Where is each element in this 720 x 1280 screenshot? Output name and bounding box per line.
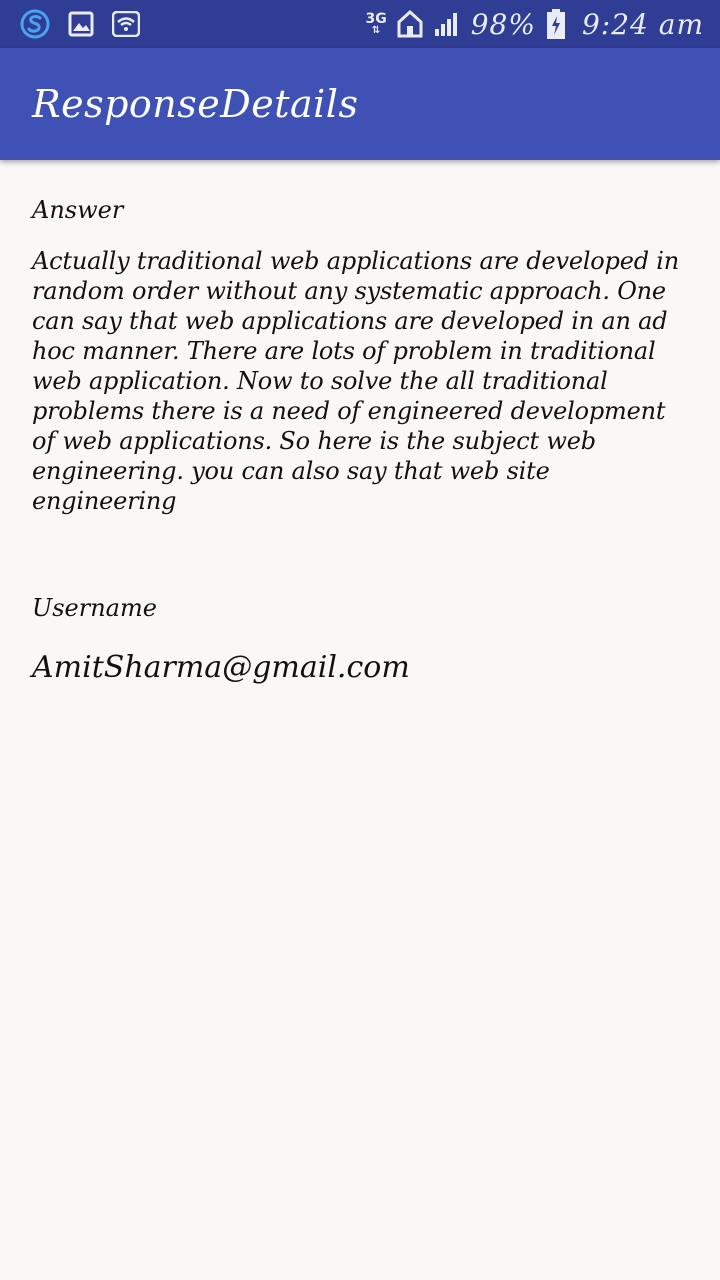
battery-percentage: 98% — [470, 7, 536, 41]
response-details-content: Answer Actually traditional web applicat… — [32, 160, 692, 685]
skype-icon — [20, 9, 50, 39]
status-clock: 9:24 am — [581, 7, 704, 41]
wifi-icon — [112, 11, 140, 37]
signal-strength-icon — [433, 11, 461, 37]
answer-text: Actually traditional web applications ar… — [32, 247, 680, 515]
username-label: Username — [32, 594, 157, 622]
home-network-icon — [397, 10, 423, 38]
battery-charging-icon — [546, 8, 566, 40]
status-left-icons — [0, 9, 140, 39]
status-right-icons: 3G ⇅ 98% 9:24 am — [366, 8, 720, 41]
app-bar: ResponseDetails — [0, 48, 720, 160]
status-bar: 3G ⇅ 98% 9:24 am — [0, 0, 720, 48]
page-title: ResponseDetails — [32, 82, 359, 126]
image-icon — [68, 11, 94, 37]
answer-label: Answer — [32, 196, 124, 224]
network-type-label: 3G — [365, 11, 387, 27]
network-type-indicator: 3G ⇅ — [366, 12, 387, 36]
data-arrows-icon: ⇅ — [371, 25, 381, 36]
username-value: AmitSharma@gmail.com — [32, 650, 410, 685]
